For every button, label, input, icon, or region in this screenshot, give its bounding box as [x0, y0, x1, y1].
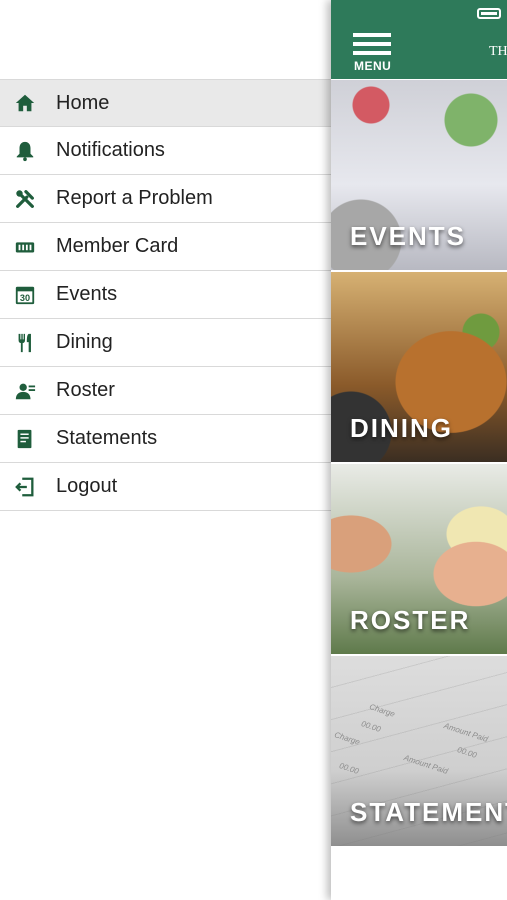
menu-item-roster[interactable]: Roster: [0, 367, 331, 415]
menu-item-logout[interactable]: Logout: [0, 463, 331, 511]
document-text: 00.00: [338, 761, 360, 776]
menu-item-label: Logout: [56, 475, 118, 497]
hamburger-icon: [353, 33, 391, 37]
menu-item-events[interactable]: 30 Events: [0, 271, 331, 319]
menu-item-dining[interactable]: Dining: [0, 319, 331, 367]
document-text: 00.00: [456, 745, 478, 760]
menu-button-label: MENU: [354, 59, 392, 73]
club-title: TH: [489, 44, 507, 59]
calendar-icon: 30: [13, 283, 37, 307]
tile-label: ROSTER: [350, 605, 471, 635]
tile-events[interactable]: EVENTS: [331, 80, 507, 270]
tile-label: DINING: [350, 413, 453, 443]
menu-item-label: Report a Problem: [56, 187, 213, 209]
tile-dining[interactable]: DINING: [331, 272, 507, 462]
document-text: 00.00: [360, 719, 382, 734]
tile-label: EVENTS: [350, 221, 467, 251]
tile-label: STATEMENTS: [350, 797, 507, 827]
calendar-day-text: 30: [20, 292, 30, 302]
person-icon: [13, 379, 37, 403]
menu-item-report-a-problem[interactable]: Report a Problem: [0, 175, 331, 223]
menu-item-label: Events: [56, 283, 118, 305]
menu-item-label: Statements: [56, 427, 158, 449]
card-icon: [13, 235, 37, 259]
tile-roster[interactable]: ROSTER: [331, 464, 507, 654]
document-text: Charge: [333, 730, 361, 747]
tools-icon: [13, 187, 37, 211]
menu-item-label: Roster: [56, 379, 115, 401]
logout-icon: [13, 475, 37, 499]
menu-item-label: Member Card: [56, 235, 179, 257]
document-icon: [13, 427, 37, 451]
top-bar: MENU TH: [331, 0, 507, 79]
bell-icon: [13, 139, 37, 163]
tile-statements[interactable]: Charge Amount Paid 00.00 Charge 00.00 Am…: [331, 656, 507, 846]
menu-item-notifications[interactable]: Notifications: [0, 127, 331, 175]
battery-icon: [477, 8, 501, 19]
main-content-panel: MENU TH EVENTS DINING ROSTER Charge Amou…: [331, 0, 507, 900]
home-icon: [13, 91, 37, 115]
document-text: Amount Paid: [402, 753, 450, 776]
document-text: Charge: [368, 702, 396, 719]
menu-list: Home Notifications Report a Problem Memb…: [0, 79, 331, 511]
menu-item-label: Dining: [56, 331, 113, 353]
menu-item-member-card[interactable]: Member Card: [0, 223, 331, 271]
menu-item-statements[interactable]: Statements: [0, 415, 331, 463]
menu-button[interactable]: MENU: [353, 33, 393, 73]
menu-item-home[interactable]: Home: [0, 79, 331, 127]
menu-item-label: Home: [56, 91, 110, 114]
navigation-drawer: Home Notifications Report a Problem Memb…: [0, 0, 331, 900]
fork-knife-icon: [13, 331, 37, 355]
document-text: Amount Paid: [442, 721, 490, 744]
menu-item-label: Notifications: [56, 139, 165, 161]
